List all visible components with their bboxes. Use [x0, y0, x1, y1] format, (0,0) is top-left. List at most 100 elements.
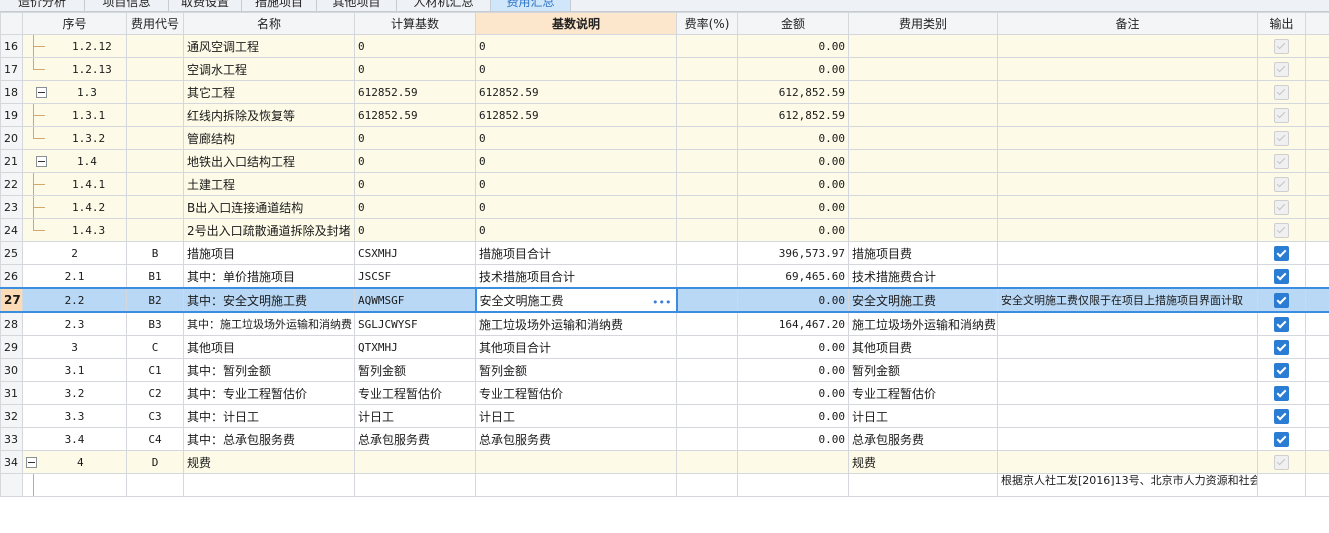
output-cell[interactable] — [1257, 241, 1306, 265]
rate-cell[interactable] — [676, 103, 738, 127]
category-cell[interactable]: 暂列金额 — [848, 358, 998, 382]
rate-cell[interactable] — [676, 172, 738, 196]
name-cell[interactable]: 其中：计日工 — [183, 404, 355, 428]
collapse-toggle-icon[interactable] — [36, 156, 47, 167]
header-base[interactable]: 计算基数 — [354, 12, 476, 35]
name-cell[interactable]: 其中：单价措施项目 — [183, 264, 355, 289]
code-cell[interactable] — [126, 218, 184, 242]
rate-cell[interactable] — [676, 195, 738, 219]
base-cell[interactable]: QTXMHJ — [354, 335, 476, 359]
rate-cell[interactable] — [676, 427, 738, 451]
remark-cell[interactable] — [997, 57, 1258, 81]
remark-cell[interactable] — [997, 149, 1258, 173]
remark-cell[interactable] — [997, 381, 1258, 405]
code-cell[interactable]: C4 — [126, 427, 184, 451]
base-desc-cell[interactable]: 专业工程暂估价 — [475, 381, 677, 405]
name-cell[interactable] — [183, 473, 355, 497]
code-cell[interactable] — [126, 149, 184, 173]
table-row[interactable]: 31 3.2 C2 其中：专业工程暂估价 专业工程暂估价 专业工程暂估价 0.0… — [0, 381, 1329, 405]
remark-cell[interactable] — [997, 450, 1258, 474]
code-cell[interactable] — [126, 172, 184, 196]
output-cell[interactable] — [1257, 335, 1306, 359]
base-desc-cell[interactable] — [475, 450, 677, 474]
seq-cell[interactable]: 3.2 — [22, 381, 127, 405]
seq-cell[interactable]: 4 — [22, 450, 127, 474]
category-cell[interactable]: 安全文明施工费 — [848, 287, 998, 313]
base-desc-cell[interactable]: 0 — [475, 172, 677, 196]
header-base-desc[interactable]: 基数说明 — [475, 12, 677, 35]
seq-cell[interactable]: 2.3 — [22, 311, 127, 336]
category-cell[interactable]: 技术措施费合计 — [848, 264, 998, 289]
name-cell[interactable]: 其中：安全文明施工费 — [183, 287, 355, 313]
rate-cell[interactable] — [676, 126, 738, 150]
more-options-icon[interactable]: ••• — [652, 296, 671, 309]
base-cell[interactable]: SGLJCWYSF — [354, 311, 476, 336]
table-row[interactable]: 24 1.4.3 2号出入口疏散通道拆除及封堵 0 0 0.00 — [0, 218, 1329, 242]
table-row[interactable]: 28 2.3 B3 其中：施工垃圾场外运输和消纳费 SGLJCWYSF 施工垃圾… — [0, 311, 1329, 336]
rate-cell[interactable] — [676, 404, 738, 428]
category-cell[interactable] — [848, 34, 998, 58]
name-cell[interactable]: 红线内拆除及恢复等 — [183, 103, 355, 127]
seq-cell[interactable]: 1.4.3 — [22, 218, 127, 242]
base-cell[interactable]: 0 — [354, 57, 476, 81]
output-cell[interactable] — [1257, 358, 1306, 382]
table-row[interactable]: 26 2.1 B1 其中：单价措施项目 JSCSF 技术措施项目合计 69,46… — [0, 264, 1329, 289]
remark-cell[interactable] — [997, 427, 1258, 451]
base-cell[interactable]: CSXMHJ — [354, 241, 476, 265]
tab-labor-material-summary[interactable]: 人材机汇总 — [397, 0, 491, 11]
name-cell[interactable]: 管廊结构 — [183, 126, 355, 150]
seq-cell[interactable]: 1.3.1 — [22, 103, 127, 127]
table-row[interactable]: 18 1.3 其它工程 612852.59 612852.59 612,852.… — [0, 80, 1329, 104]
seq-cell[interactable]: 1.4 — [22, 149, 127, 173]
rate-cell[interactable] — [676, 34, 738, 58]
rate-cell[interactable] — [676, 358, 738, 382]
table-row[interactable]: 根据京人社工发[2016]13号、北京市人力资源和社会保障局2021年6月1日发… — [0, 473, 1329, 497]
table-row-selected[interactable]: 27 2.2 B2 其中：安全文明施工费 AQWMSGF 安全文明施工费 ••• … — [0, 287, 1329, 313]
code-cell[interactable]: B3 — [126, 311, 184, 336]
base-desc-cell[interactable]: 0 — [475, 149, 677, 173]
rate-cell[interactable] — [676, 149, 738, 173]
collapse-toggle-icon[interactable] — [36, 87, 47, 98]
output-cell[interactable] — [1257, 311, 1306, 336]
category-cell[interactable] — [848, 126, 998, 150]
category-cell[interactable] — [848, 80, 998, 104]
output-checkbox[interactable] — [1274, 408, 1289, 424]
category-cell[interactable]: 总承包服务费 — [848, 427, 998, 451]
rate-cell[interactable] — [676, 381, 738, 405]
table-row[interactable]: 30 3.1 C1 其中：暂列金额 暂列金额 暂列金额 0.00 暂列金额 — [0, 358, 1329, 382]
category-cell[interactable] — [848, 172, 998, 196]
code-cell[interactable] — [126, 103, 184, 127]
tab-fee-settings[interactable]: 取费设置 — [169, 0, 242, 11]
table-row[interactable]: 21 1.4 地铁出入口结构工程 0 0 0.00 — [0, 149, 1329, 173]
name-cell[interactable]: B出入口连接通道结构 — [183, 195, 355, 219]
code-cell[interactable]: B — [126, 241, 184, 265]
table-row[interactable]: 29 3 C 其他项目 QTXMHJ 其他项目合计 0.00 其他项目费 — [0, 335, 1329, 359]
code-cell[interactable]: B1 — [126, 264, 184, 289]
remark-cell[interactable] — [997, 264, 1258, 289]
base-cell[interactable]: 0 — [354, 34, 476, 58]
collapse-toggle-icon[interactable] — [26, 457, 37, 468]
category-cell[interactable]: 措施项目费 — [848, 241, 998, 265]
base-cell[interactable]: 0 — [354, 172, 476, 196]
seq-cell[interactable] — [22, 473, 127, 497]
tab-project-info[interactable]: 项目信息 — [85, 0, 169, 11]
seq-cell[interactable]: 1.4.1 — [22, 172, 127, 196]
table-row[interactable]: 25 2 B 措施项目 CSXMHJ 措施项目合计 396,573.97 措施项… — [0, 241, 1329, 265]
category-cell[interactable] — [848, 149, 998, 173]
rate-cell[interactable] — [676, 241, 738, 265]
tab-cost-analysis[interactable]: 造价分析 — [0, 0, 85, 11]
remark-cell[interactable] — [997, 80, 1258, 104]
rate-cell[interactable] — [676, 473, 738, 497]
category-cell[interactable] — [848, 195, 998, 219]
output-checkbox[interactable] — [1274, 385, 1289, 401]
base-cell[interactable]: JSCSF — [354, 264, 476, 289]
output-checkbox[interactable] — [1274, 268, 1289, 284]
remark-cell[interactable] — [997, 218, 1258, 242]
base-cell[interactable] — [354, 473, 476, 497]
category-cell[interactable]: 施工垃圾场外运输和消纳费 — [848, 311, 998, 336]
seq-cell[interactable]: 2.2 — [22, 287, 127, 313]
category-cell[interactable] — [848, 103, 998, 127]
header-category[interactable]: 费用类别 — [848, 12, 998, 35]
header-rate[interactable]: 费率(%) — [676, 12, 738, 35]
code-cell[interactable]: C3 — [126, 404, 184, 428]
